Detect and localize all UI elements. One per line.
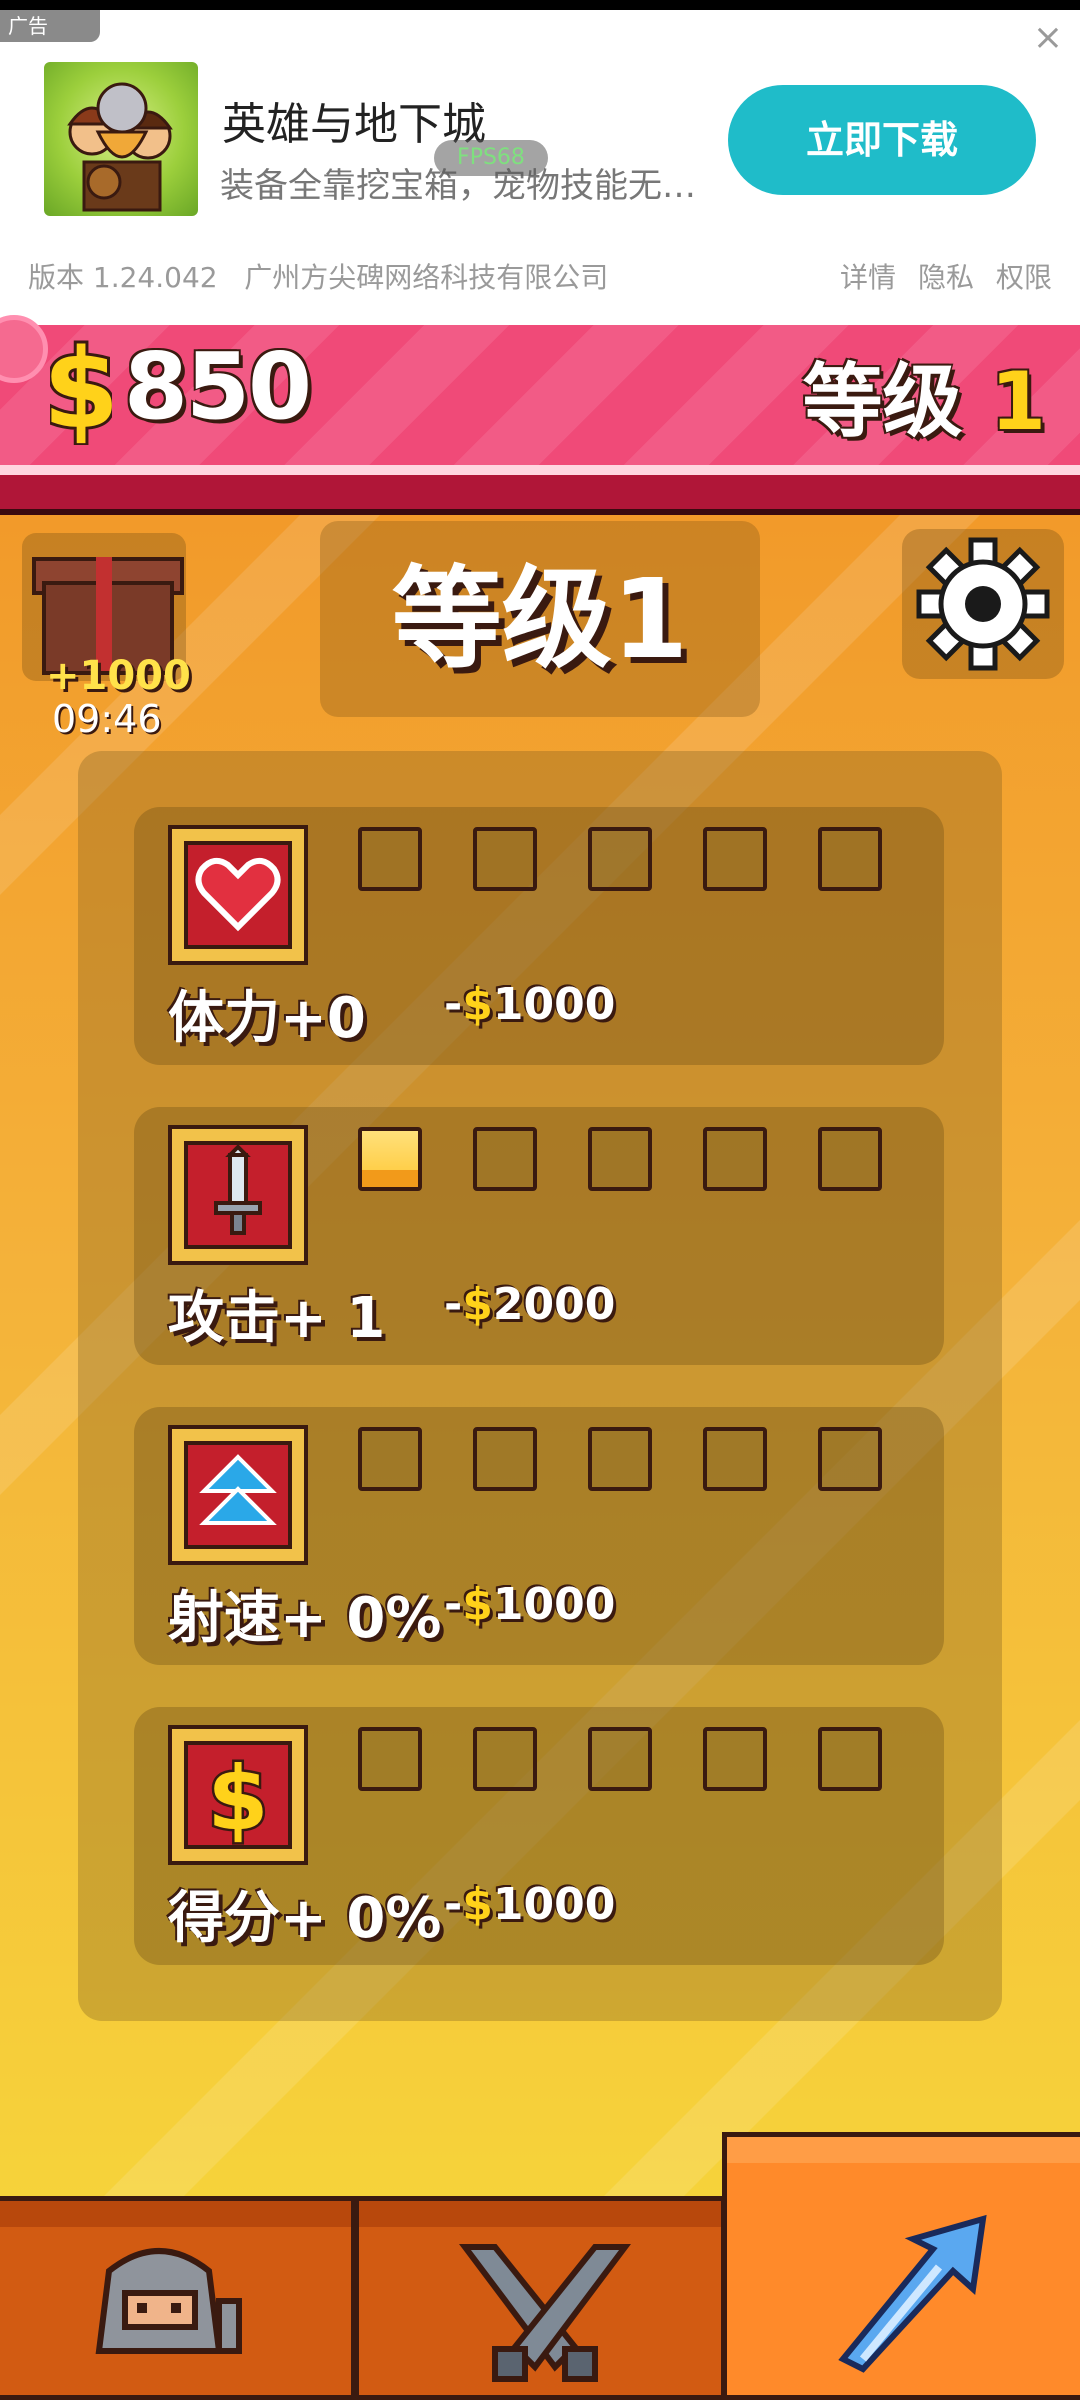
cost-prefix: -: [444, 1279, 463, 1330]
level-pip: [818, 827, 882, 891]
svg-text:$: $: [207, 1747, 268, 1845]
upgrade-icon-frame: [168, 1425, 308, 1565]
status-bar: [0, 0, 1080, 10]
level-pip: [588, 827, 652, 891]
level-pip: [703, 1727, 767, 1791]
level-pip: [703, 1127, 767, 1191]
ad-links: 详情 隐私 权限: [818, 256, 1052, 296]
ad-app-icon[interactable]: [44, 62, 198, 216]
gift-timer: 09:46: [52, 697, 162, 741]
gift-bonus: +1000: [46, 653, 191, 699]
level-pip: [703, 1427, 767, 1491]
upgrade-arrow-icon: [838, 2214, 987, 2373]
level-pip: [818, 1127, 882, 1191]
cost-prefix: -: [444, 979, 463, 1030]
level-pip-filled: [358, 1127, 422, 1191]
svg-text:$: $: [50, 335, 112, 445]
upgrade-row-attack[interactable]: 攻击+ 1 -$2000: [134, 1107, 944, 1365]
level-pip: [588, 1127, 652, 1191]
bottom-nav: [0, 2132, 1080, 2400]
fps-counter: FPS68: [434, 140, 548, 176]
ad-banner[interactable]: 广告 × 英雄与地下城 装备全靠挖宝箱，宠物技能无限... FPS68 立即下载…: [0, 10, 1080, 325]
ad-link-privacy[interactable]: 隐私: [918, 261, 974, 294]
top-hud: $ 850 等级 1: [0, 325, 1080, 515]
upgrade-icon-frame: $: [168, 1725, 308, 1865]
level-pip: [473, 1427, 537, 1491]
heart-icon: [184, 841, 292, 949]
level-pip: [358, 1727, 422, 1791]
upgrade-label: 得分+ 0%: [168, 1886, 442, 1951]
dollar-icon: $: [462, 979, 493, 1030]
level-pip: [358, 827, 422, 891]
knight-icon: [95, 2248, 242, 2354]
ad-link-permissions[interactable]: 权限: [996, 261, 1052, 294]
tab-stripe: [359, 2201, 721, 2227]
cost-prefix: -: [444, 1879, 463, 1930]
cost-value: 1000: [492, 1579, 616, 1630]
hud-level-label: 等级: [802, 355, 963, 448]
upgrade-icon-frame: [168, 1125, 308, 1265]
level-title: 等级1: [391, 555, 689, 683]
upgrade-row-health[interactable]: 体力+0 -$1000: [134, 807, 944, 1065]
upgrade-icon-frame: [168, 825, 308, 965]
upgrade-label: 射速+ 0%: [168, 1586, 442, 1651]
upgrade-label: 攻击+ 1: [168, 1286, 386, 1351]
download-button[interactable]: 立即下载: [728, 85, 1036, 195]
level-pip: [473, 827, 537, 891]
upgrade-board: 体力+0 -$1000 攻击+ 1 -$2000 射速+ 0% -$1000 $…: [78, 751, 1002, 2021]
cost-value: 1000: [492, 1879, 616, 1930]
ad-link-details[interactable]: 详情: [840, 261, 896, 294]
hud-level: 等级 1: [802, 337, 1046, 453]
cost-value: 1000: [492, 979, 616, 1030]
level-pip: [473, 1727, 537, 1791]
upgrade-screen: +1000 09:46 等级1 体力+0 -$1000 攻击+ 1 -$2000…: [0, 515, 1080, 2200]
level-pip: [358, 1427, 422, 1491]
dollar-icon: $: [184, 1741, 292, 1849]
dollar-icon: $: [462, 1879, 493, 1930]
dollar-icon: $: [50, 335, 112, 445]
level-title-panel: 等级1: [320, 521, 760, 717]
cost-value: 2000: [492, 1279, 616, 1330]
settings-button[interactable]: [902, 529, 1064, 679]
hud-level-value: 1: [990, 355, 1046, 448]
tab-stripe: [727, 2137, 1080, 2163]
crossed-swords-icon: [459, 2244, 631, 2382]
upgrade-cost-button[interactable]: -$1000: [444, 1879, 615, 1930]
double-arrow-up-icon: [184, 1441, 292, 1549]
sword-icon: [184, 1141, 292, 1249]
upgrade-label: 体力+0: [168, 986, 366, 1051]
close-icon[interactable]: ×: [1028, 18, 1068, 58]
ad-tag: 广告: [0, 10, 100, 42]
gear-icon: [916, 537, 1050, 671]
hud-stripe: [0, 465, 1080, 475]
dollar-icon: $: [462, 1279, 493, 1330]
level-pip: [818, 1427, 882, 1491]
hud-bottom-bar: [0, 475, 1080, 509]
upgrade-cost-button[interactable]: -$1000: [444, 979, 615, 1030]
tab-stripe: [0, 2201, 351, 2227]
ad-version: 版本 1.24.042: [28, 261, 218, 294]
level-pip: [703, 827, 767, 891]
level-pip: [588, 1727, 652, 1791]
upgrade-row-score[interactable]: $ 得分+ 0% -$1000: [134, 1707, 944, 1965]
tab-character[interactable]: [0, 2196, 356, 2400]
money-counter: 850: [124, 333, 312, 440]
dollar-icon: $: [462, 1579, 493, 1630]
tab-upgrade[interactable]: [722, 2132, 1080, 2400]
upgrade-cost-button[interactable]: -$2000: [444, 1279, 615, 1330]
ad-meta: 版本 1.24.042 广州方尖碑网络科技有限公司: [28, 256, 608, 296]
level-pip: [473, 1127, 537, 1191]
ad-company: 广州方尖碑网络科技有限公司: [244, 261, 609, 294]
upgrade-cost-button[interactable]: -$1000: [444, 1579, 615, 1630]
tab-battle[interactable]: [354, 2196, 726, 2400]
cost-prefix: -: [444, 1579, 463, 1630]
level-pip: [588, 1427, 652, 1491]
upgrade-row-fire-rate[interactable]: 射速+ 0% -$1000: [134, 1407, 944, 1665]
level-pip: [818, 1727, 882, 1791]
